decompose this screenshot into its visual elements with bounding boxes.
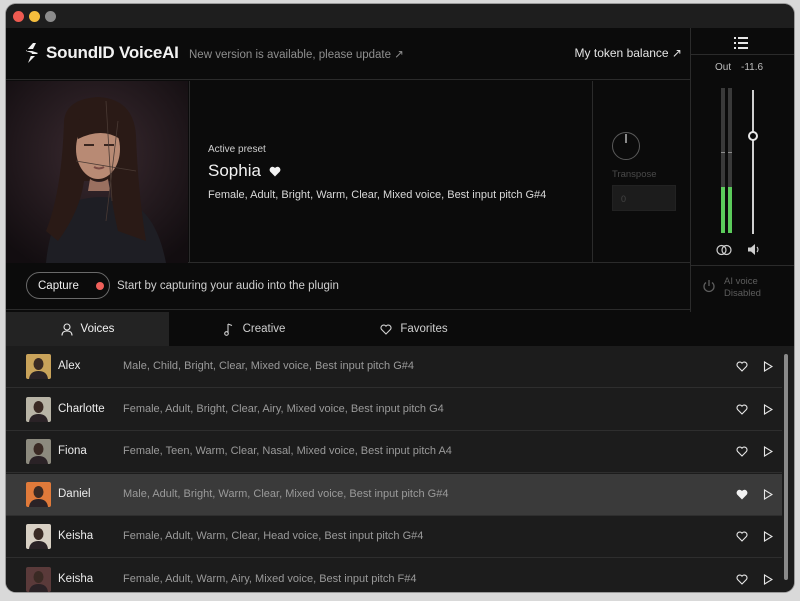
tab-favorites[interactable]: Favorites bbox=[339, 312, 489, 346]
heart-outline-icon[interactable] bbox=[736, 446, 748, 457]
brand-logo: SoundID VoiceAI bbox=[24, 42, 179, 64]
voice-tabs: Voices Creative Favorites bbox=[6, 312, 794, 346]
title-bar bbox=[6, 4, 794, 28]
level-meter-left bbox=[721, 88, 725, 233]
ai-voice-status: AI voice Disabled bbox=[724, 276, 761, 300]
preset-details: Active preset Sophia Female, Adult, Brig… bbox=[189, 81, 591, 263]
voice-name: Daniel bbox=[58, 487, 91, 500]
voice-name: Charlotte bbox=[58, 402, 105, 415]
header: SoundID VoiceAI New version is available… bbox=[6, 28, 690, 80]
zoom-window-button[interactable] bbox=[45, 11, 56, 22]
heart-filled-icon[interactable] bbox=[736, 489, 748, 500]
preset-name: Sophia bbox=[208, 161, 261, 180]
ai-voice-state: Disabled bbox=[724, 288, 761, 299]
soundid-logo-icon bbox=[26, 43, 38, 63]
voice-name: Alex bbox=[58, 360, 81, 372]
preset-title: Sophia bbox=[208, 161, 281, 181]
voice-name: Keisha bbox=[58, 530, 94, 542]
transpose-control: Transpose 0 bbox=[592, 81, 690, 263]
list-scrollbar[interactable] bbox=[784, 354, 788, 580]
voice-row[interactable]: Keisha Female, Adult, Warm, Clear, Head v… bbox=[6, 516, 782, 558]
heart-outline-icon[interactable] bbox=[736, 404, 748, 415]
volume-slider-track[interactable] bbox=[752, 90, 754, 234]
close-window-button[interactable] bbox=[13, 11, 24, 22]
list-menu-icon[interactable] bbox=[734, 36, 750, 50]
power-icon[interactable] bbox=[702, 279, 716, 293]
capture-button-label: Capture bbox=[38, 279, 79, 292]
token-balance-link[interactable]: My token balance ↗ bbox=[575, 46, 682, 60]
active-preset-label: Active preset bbox=[208, 144, 266, 155]
heart-outline-icon bbox=[380, 324, 392, 335]
tab-label: Favorites bbox=[400, 323, 448, 335]
out-label: Out bbox=[715, 62, 732, 73]
transpose-label: Transpose bbox=[612, 169, 657, 180]
play-icon[interactable] bbox=[763, 488, 773, 500]
tab-creative[interactable]: Creative bbox=[169, 312, 339, 346]
heart-outline-icon[interactable] bbox=[736, 531, 748, 542]
level-fill-left bbox=[721, 186, 725, 233]
person-icon bbox=[60, 322, 73, 336]
tab-voices[interactable]: Voices bbox=[6, 312, 169, 346]
preset-portrait-image bbox=[6, 81, 188, 263]
heart-filled-icon[interactable] bbox=[269, 166, 281, 177]
voice-row[interactable]: Keisha Female, Adult, Warm, Airy, Mixed v… bbox=[6, 558, 782, 592]
peak-marker bbox=[721, 152, 725, 153]
transpose-value-field[interactable]: 0 bbox=[612, 185, 676, 211]
voice-name: Fiona bbox=[58, 445, 87, 457]
plugin-window: SoundID VoiceAI New version is available… bbox=[6, 4, 794, 592]
capture-button[interactable]: Capture bbox=[26, 272, 110, 299]
update-link[interactable]: New version is available, please update … bbox=[189, 47, 404, 61]
preset-description: Female, Adult, Bright, Warm, Clear, Mixe… bbox=[208, 189, 547, 201]
voice-avatar bbox=[26, 396, 51, 422]
tab-label: Creative bbox=[242, 323, 286, 335]
voice-avatar bbox=[26, 481, 51, 507]
voice-avatar bbox=[26, 354, 51, 379]
voice-avatar bbox=[26, 524, 51, 549]
brand-name: SoundID VoiceAI bbox=[46, 43, 179, 62]
voice-name: Keisha bbox=[58, 572, 94, 585]
play-icon[interactable] bbox=[763, 446, 773, 457]
minimize-window-button[interactable] bbox=[29, 11, 40, 22]
active-preset-panel: Active preset Sophia Female, Adult, Brig… bbox=[6, 81, 690, 263]
level-meter-right bbox=[728, 88, 732, 233]
voice-row[interactable]: Charlotte Female, Adult, Bright, Clear, A… bbox=[6, 388, 782, 431]
capture-bar: Capture Start by capturing your audio in… bbox=[6, 264, 690, 310]
play-icon[interactable] bbox=[763, 403, 773, 415]
heart-outline-icon[interactable] bbox=[736, 574, 748, 585]
capture-hint: Start by capturing your audio into the p… bbox=[117, 280, 339, 292]
peak-marker bbox=[728, 152, 732, 153]
speaker-icon[interactable] bbox=[747, 243, 761, 256]
voice-description: Male, Adult, Bright, Warm, Clear, Mixed … bbox=[123, 487, 449, 500]
voice-avatar bbox=[26, 439, 51, 464]
play-icon[interactable] bbox=[763, 361, 773, 372]
ai-voice-label: AI voice bbox=[724, 276, 758, 287]
play-icon[interactable] bbox=[763, 573, 773, 585]
stereo-link-icon[interactable] bbox=[716, 244, 732, 256]
voice-row[interactable]: Fiona Female, Teen, Warm, Clear, Nasal, M… bbox=[6, 431, 782, 473]
out-value: -11.6 bbox=[741, 62, 764, 73]
divider bbox=[691, 265, 794, 266]
voice-row[interactable]: Alex Male, Child, Bright, Clear, Mixed vo… bbox=[6, 346, 782, 388]
voice-description: Female, Adult, Warm, Airy, Mixed voice, … bbox=[123, 572, 417, 585]
tab-label: Voices bbox=[80, 323, 115, 335]
output-meter-panel: Out -11.6 AI voice Disabled bbox=[690, 28, 794, 312]
record-dot-icon bbox=[95, 281, 104, 290]
voice-description: Female, Adult, Bright, Clear, Airy, Mixe… bbox=[123, 402, 444, 415]
music-note-icon bbox=[223, 322, 232, 336]
transpose-knob[interactable] bbox=[612, 132, 640, 160]
voice-description: Female, Adult, Warm, Clear, Head voice, … bbox=[123, 530, 424, 542]
voice-description: Male, Child, Bright, Clear, Mixed voice,… bbox=[123, 360, 415, 372]
voice-description: Female, Teen, Warm, Clear, Nasal, Mixed … bbox=[123, 445, 452, 457]
heart-outline-icon[interactable] bbox=[736, 361, 748, 372]
divider bbox=[691, 54, 794, 55]
play-icon[interactable] bbox=[763, 531, 773, 542]
volume-slider-handle[interactable] bbox=[748, 130, 758, 141]
voice-row[interactable]: Daniel Male, Adult, Bright, Warm, Clear, … bbox=[6, 473, 782, 516]
voice-list[interactable]: Keisha Female, Adult, Warm, Airy, Mixed v… bbox=[6, 346, 794, 592]
voice-avatar bbox=[26, 566, 51, 592]
level-fill-right bbox=[728, 186, 732, 233]
